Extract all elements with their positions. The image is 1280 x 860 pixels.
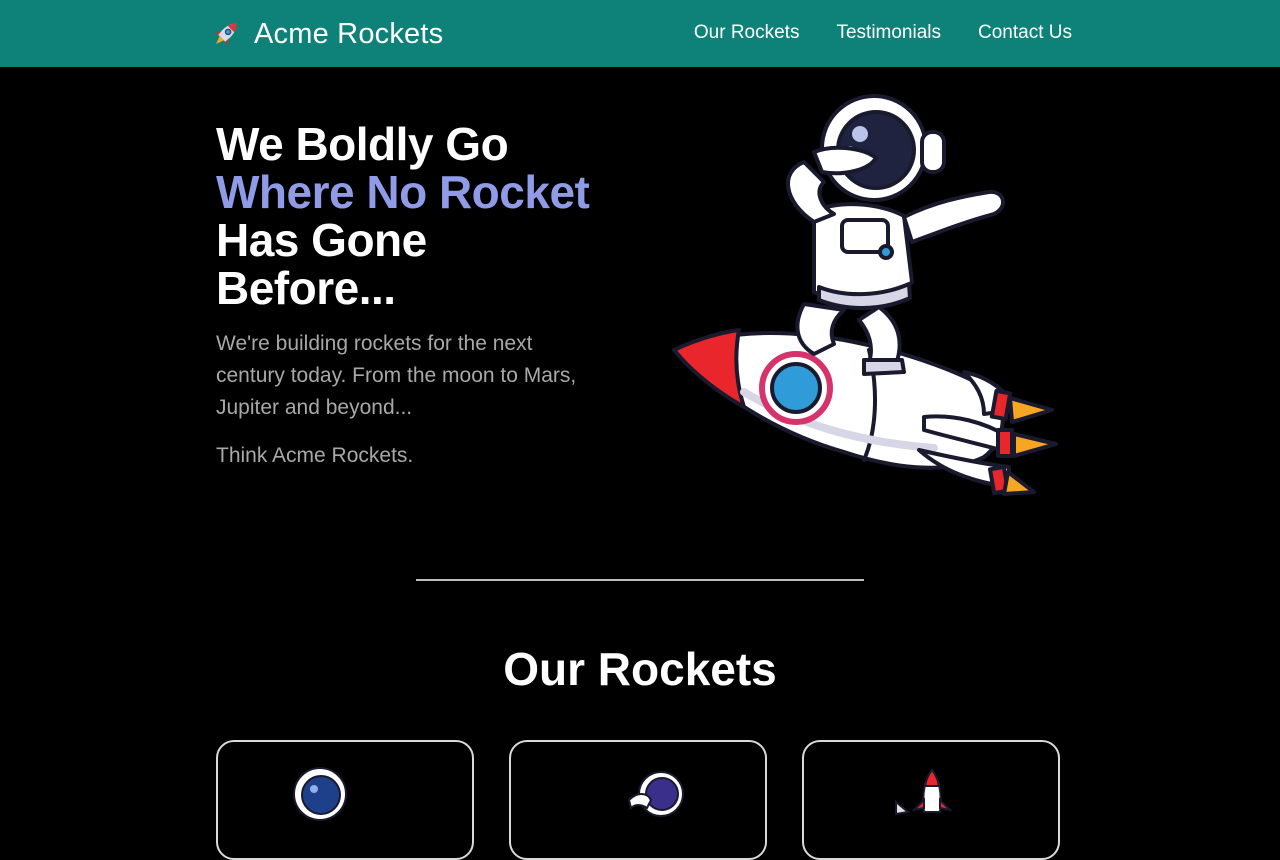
nav-link-testimonials[interactable]: Testimonials <box>836 22 941 44</box>
brand-link[interactable]: Acme Rockets <box>208 16 443 52</box>
rocket-icon <box>213 23 237 47</box>
astronaut-icon <box>293 767 347 821</box>
rocket-card[interactable] <box>802 740 1060 860</box>
astronaut-riding-rocket-illustration <box>672 94 1058 496</box>
hero-title-accent-line: Where No Rocket <box>216 166 590 218</box>
main-nav: Our Rockets Testimonials Contact Us <box>694 22 1072 44</box>
hero-description: We're building rockets for the next cent… <box>216 332 577 419</box>
brand-name: Acme Rockets <box>254 17 444 50</box>
rocket-card[interactable] <box>509 740 767 860</box>
rocket-icon <box>895 768 954 816</box>
section-divider <box>416 579 864 581</box>
nav-link-our-rockets[interactable]: Our Rockets <box>694 22 800 44</box>
top-navbar: Acme Rockets Our Rockets Testimonials Co… <box>0 0 1280 67</box>
astronaut-icon <box>627 771 684 817</box>
hero-title-line: Has Gone <box>216 214 427 266</box>
hero-title-line: Before... <box>216 262 396 314</box>
hero-title: We Boldly Go Where No Rocket Has Gone Be… <box>216 120 656 312</box>
hero-title-line: We Boldly Go <box>216 118 509 170</box>
rocket-card[interactable] <box>216 740 474 860</box>
section-title-our-rockets: Our Rockets <box>503 643 777 695</box>
hero-tagline: Think Acme Rockets. <box>216 444 414 467</box>
nav-link-contact-us[interactable]: Contact Us <box>978 22 1072 44</box>
